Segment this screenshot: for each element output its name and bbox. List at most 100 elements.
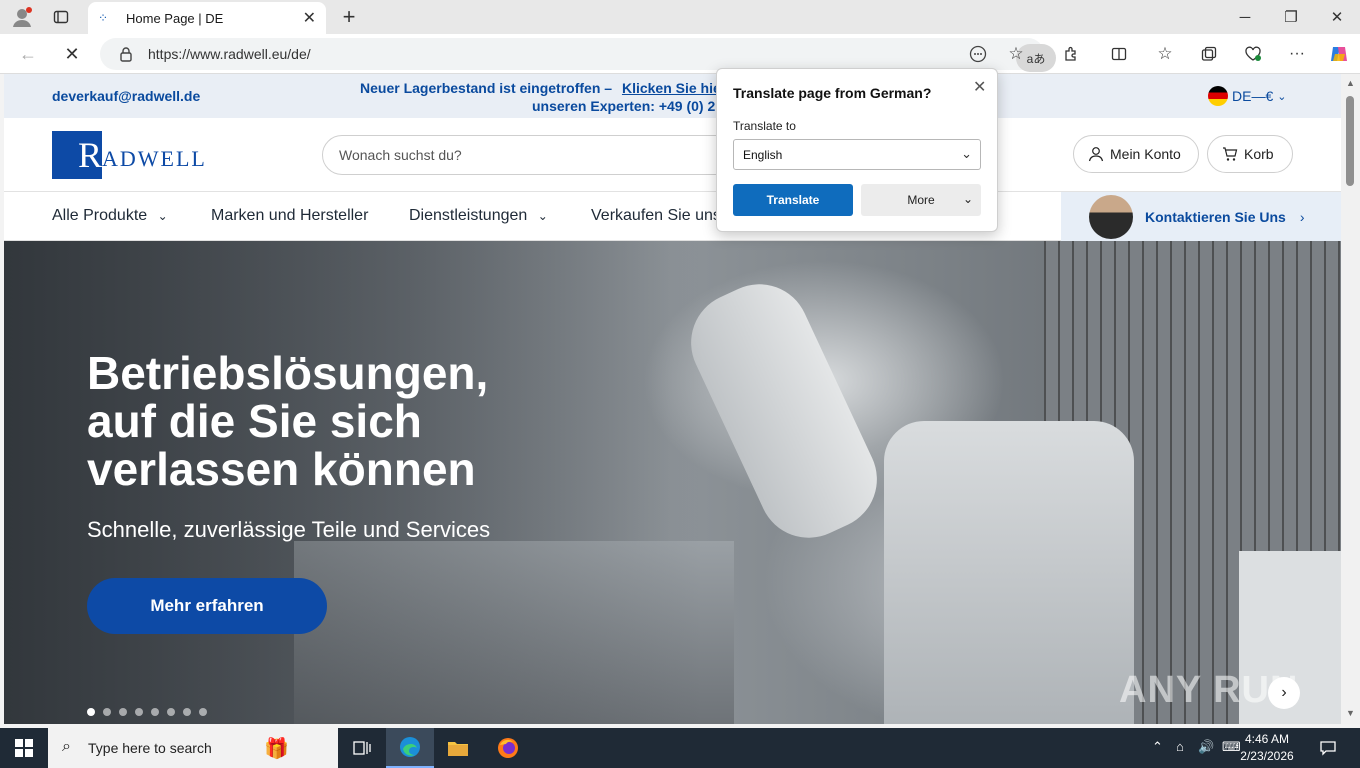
- carousel-dot[interactable]: [151, 708, 159, 716]
- cart-icon: [1223, 147, 1238, 161]
- edge-taskbar-icon[interactable]: [386, 728, 434, 768]
- top-info-bar: deverkauf@radwell.de Neuer Lagerbestand …: [4, 74, 1341, 118]
- volume-icon[interactable]: 🔊: [1198, 739, 1214, 755]
- task-view-icon[interactable]: [338, 728, 386, 768]
- promo-banner: Neuer Lagerbestand ist eingetroffen – Kl…: [360, 80, 721, 96]
- notifications-icon[interactable]: [1304, 728, 1352, 768]
- windows-logo-icon: [15, 739, 33, 757]
- window-close-icon[interactable]: ✕: [1314, 4, 1360, 30]
- chevron-down-icon: ⌄: [157, 209, 168, 223]
- url-text: https://www.radwell.eu/de/: [148, 46, 311, 62]
- taskbar-search-box[interactable]: ⌕ Type here to search 🎁: [48, 728, 338, 768]
- hero-title-line: verlassen können: [87, 443, 476, 495]
- search-icon: ⌕: [62, 738, 71, 755]
- translate-close-icon[interactable]: ✕: [973, 77, 986, 97]
- tab-active[interactable]: ⁘ Home Page | DE ✕: [88, 2, 326, 34]
- site-info-lock-icon[interactable]: [116, 44, 136, 64]
- carousel-next-button[interactable]: ›: [1268, 677, 1300, 709]
- cart-button[interactable]: Korb: [1207, 135, 1293, 173]
- file-explorer-icon[interactable]: [434, 728, 482, 768]
- tray-overflow-icon[interactable]: ⌃: [1152, 739, 1163, 755]
- hero-title-line: Betriebslösungen,: [87, 347, 489, 399]
- contact-us-label: Kontaktieren Sie Uns: [1145, 208, 1286, 225]
- scrollbar-thumb[interactable]: [1346, 96, 1354, 186]
- browser-tab-bar: ⁘ Home Page | DE ✕ + ─ ❐ ✕: [0, 0, 1360, 34]
- clock-time: 4:46 AM: [1244, 732, 1290, 746]
- nav-brands[interactable]: Marken und Hersteller: [211, 207, 368, 225]
- page-scrollbar[interactable]: ▲ ▼: [1341, 74, 1360, 724]
- account-label: Mein Konto: [1110, 146, 1181, 162]
- browser-essentials-icon[interactable]: [1240, 42, 1266, 66]
- language-currency-selector[interactable]: DE—€ ⌄: [1208, 86, 1286, 106]
- german-flag-icon: [1208, 86, 1228, 106]
- taskbar-search-placeholder: Type here to search: [88, 740, 212, 756]
- tab-actions-icon[interactable]: [48, 5, 74, 29]
- hero-bg-robot-arm: [674, 267, 894, 555]
- firefox-icon[interactable]: [484, 728, 532, 768]
- radwell-logo[interactable]: R ADWELL: [52, 131, 207, 179]
- carousel-dot[interactable]: [183, 708, 191, 716]
- carousel-dot[interactable]: [119, 708, 127, 716]
- carousel-dot[interactable]: [199, 708, 207, 716]
- language-currency-label: DE—€: [1232, 88, 1274, 104]
- logo-letter: R: [52, 131, 102, 179]
- scroll-down-icon[interactable]: ▼: [1346, 708, 1355, 718]
- translate-popup-title: Translate page from German?: [733, 85, 932, 101]
- carousel-dot[interactable]: [87, 708, 95, 716]
- site-search-input[interactable]: Wonach suchst du?: [322, 135, 742, 175]
- scroll-up-icon[interactable]: ▲: [1346, 78, 1355, 88]
- nav-all-products[interactable]: Alle Produkte ⌄: [52, 207, 168, 225]
- settings-more-icon[interactable]: ···: [1284, 42, 1310, 66]
- new-tab-icon[interactable]: +: [336, 4, 362, 30]
- taskbar-clock[interactable]: 4:46 AM 2/23/2026: [1232, 731, 1302, 765]
- nav-services[interactable]: Dienstleistungen ⌄: [409, 207, 548, 225]
- extensions-icon[interactable]: [1058, 42, 1084, 66]
- chevron-down-icon: ⌄: [537, 209, 548, 223]
- carousel-dots: [87, 708, 207, 716]
- learn-more-button[interactable]: Mehr erfahren: [87, 578, 327, 634]
- nav-sell[interactable]: Verkaufen Sie uns: [591, 207, 721, 225]
- contact-us-button[interactable]: Kontaktieren Sie Uns ›: [1061, 192, 1341, 241]
- chevron-down-icon: ⌄: [961, 146, 972, 161]
- split-screen-icon[interactable]: [1106, 42, 1132, 66]
- sales-email-link[interactable]: deverkauf@radwell.de: [52, 88, 200, 104]
- windows-taskbar: ⌕ Type here to search 🎁 ⌃ ⌂ 🔊 ⌨ 4:46 AM …: [0, 728, 1360, 768]
- tab-close-icon[interactable]: ✕: [303, 8, 316, 28]
- minimize-icon[interactable]: ─: [1222, 4, 1268, 30]
- promo-text: Neuer Lagerbestand ist eingetroffen –: [360, 80, 613, 96]
- target-language-select[interactable]: English ⌄: [733, 139, 981, 170]
- cart-label: Korb: [1244, 146, 1274, 162]
- translate-to-label: Translate to: [733, 119, 796, 133]
- web-page: deverkauf@radwell.de Neuer Lagerbestand …: [4, 74, 1341, 724]
- account-button[interactable]: Mein Konto: [1073, 135, 1199, 173]
- promo-link[interactable]: Klicken Sie hie: [622, 80, 721, 96]
- profile-avatar-icon[interactable]: [8, 5, 36, 29]
- back-icon[interactable]: ←: [14, 42, 42, 66]
- tab-title: Home Page | DE: [126, 10, 224, 26]
- carousel-dot[interactable]: [167, 708, 175, 716]
- copilot-icon[interactable]: [1326, 42, 1352, 66]
- logo-text: ADWELL: [102, 146, 207, 171]
- clock-date: 2/23/2026: [1240, 749, 1294, 763]
- nav-all-products-label: Alle Produkte: [52, 207, 148, 224]
- start-button[interactable]: [0, 728, 48, 768]
- favorite-star-icon[interactable]: ☆: [1006, 44, 1026, 64]
- search-highlights-icon: 🎁: [264, 738, 289, 760]
- carousel-dot[interactable]: [103, 708, 111, 716]
- restore-icon[interactable]: ❐: [1268, 4, 1314, 30]
- address-field[interactable]: https://www.radwell.eu/de/ aあ ☆: [100, 38, 1056, 72]
- translate-button[interactable]: Translate: [733, 184, 853, 216]
- chevron-down-icon: ⌄: [1277, 90, 1287, 103]
- hero-banner: Betriebslösungen, auf die Sie sich verla…: [4, 241, 1341, 724]
- hero-bg-robot-base: [884, 421, 1134, 724]
- collections-icon[interactable]: [1196, 42, 1222, 66]
- hero-title: Betriebslösungen, auf die Sie sich verla…: [87, 349, 488, 493]
- network-icon[interactable]: ⌂: [1176, 739, 1184, 754]
- expert-phone-text: unseren Experten: +49 (0) 2: [532, 98, 716, 114]
- favorites-icon[interactable]: ☆: [1152, 42, 1178, 66]
- read-aloud-icon[interactable]: [968, 44, 988, 64]
- more-options-button[interactable]: More ⌄: [861, 184, 981, 216]
- user-icon: [1088, 147, 1104, 162]
- carousel-dot[interactable]: [135, 708, 143, 716]
- stop-loading-icon[interactable]: ✕: [58, 42, 86, 66]
